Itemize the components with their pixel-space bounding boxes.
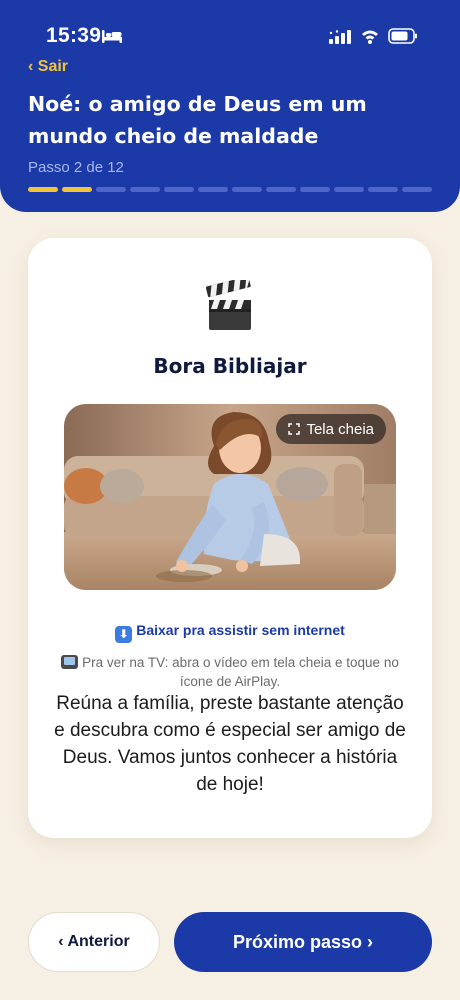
wifi-icon: [362, 30, 378, 44]
progress-segment: [334, 187, 364, 192]
lesson-title: Noé: o amigo de Deus em um mundo cheio d…: [28, 92, 367, 148]
progress-segment: [62, 187, 92, 192]
progress-segment: [232, 187, 262, 192]
step-counter: Passo 2 de 12: [28, 159, 124, 176]
progress-segment: [130, 187, 160, 192]
progress-segment: [266, 187, 296, 192]
fullscreen-label: Tela cheia: [306, 420, 374, 438]
battery-icon: [388, 28, 417, 44]
step-progress-bar: [28, 187, 432, 192]
step-card: Bora Bibliajar Tela cheia ⬇ Baixar pra a…: [28, 238, 432, 838]
progress-segment: [96, 187, 126, 192]
download-label: Baixar pra assistir sem internet: [136, 622, 345, 638]
status-time: 15:39: [46, 24, 102, 47]
tv-hint: Pra ver na TV: abra o vídeo em tela chei…: [58, 653, 402, 691]
tv-hint-text: Pra ver na TV: abra o vídeo em tela chei…: [82, 655, 399, 689]
progress-segment: [28, 187, 58, 192]
progress-segment: [198, 187, 228, 192]
download-offline-link[interactable]: ⬇ Baixar pra assistir sem internet: [28, 622, 432, 643]
progress-segment: [164, 187, 194, 192]
next-step-button[interactable]: Próximo passo ›: [174, 912, 432, 972]
card-title: Bora Bibliajar: [153, 354, 307, 378]
step-description: Reúna a família, preste bastante atenção…: [54, 693, 406, 795]
progress-segment: [300, 187, 330, 192]
previous-button[interactable]: ‹ Anterior: [28, 912, 160, 972]
progress-segment: [402, 187, 432, 192]
lesson-header: 15:39 ‹ Sair Noé: o amigo de Deus em um …: [0, 0, 460, 212]
status-bar: 15:39: [0, 24, 460, 52]
video-player[interactable]: Tela cheia: [64, 404, 396, 590]
tv-icon: [61, 655, 79, 669]
sleep-bed-icon: [102, 30, 122, 43]
progress-segment: [368, 187, 398, 192]
clapper-board-icon: [206, 280, 251, 330]
cellular-signal-icon: [329, 30, 351, 44]
fullscreen-button[interactable]: Tela cheia: [276, 414, 386, 444]
exit-link[interactable]: ‹ Sair: [28, 58, 68, 76]
download-arrow-icon: ⬇: [115, 626, 133, 643]
expand-icon: [288, 423, 301, 435]
